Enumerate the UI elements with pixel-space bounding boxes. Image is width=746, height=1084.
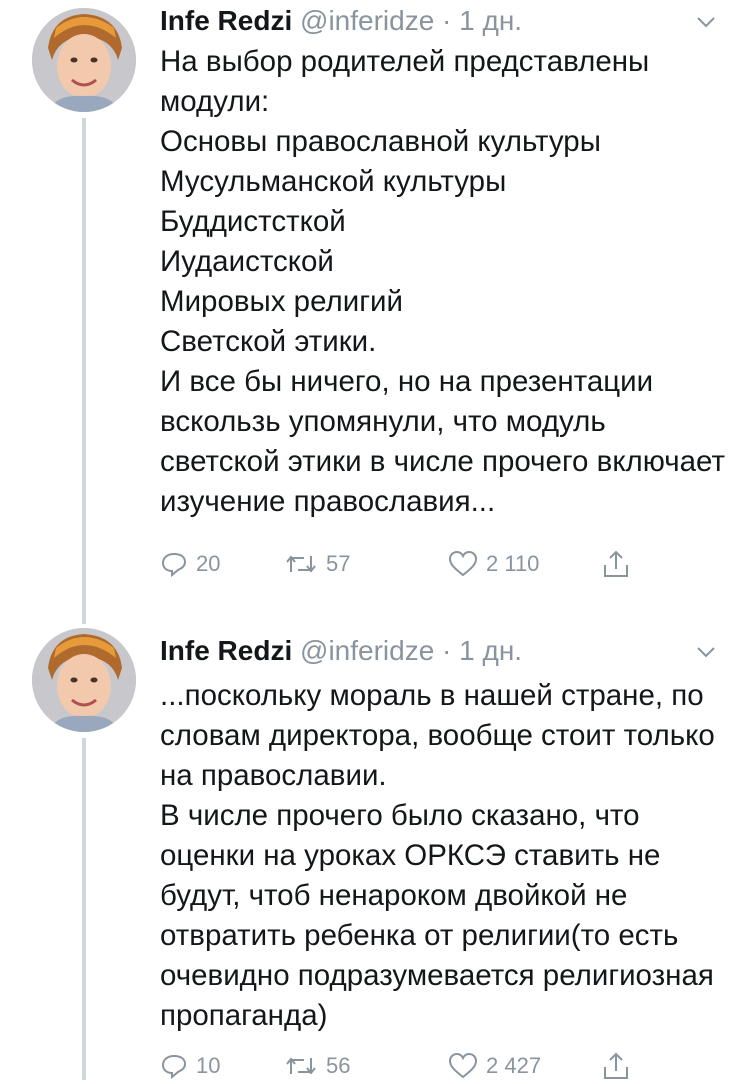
reply-count: 10: [196, 1053, 221, 1078]
retweet-button[interactable]: 56: [284, 1048, 350, 1084]
like-button[interactable]: 2 427: [448, 1048, 541, 1084]
retweet-count: 57: [326, 551, 351, 576]
author-handle-time[interactable]: @inferidze · 1 дн.: [300, 5, 522, 36]
reply-icon: [160, 550, 188, 578]
retweet-count: 56: [326, 1053, 351, 1078]
tweet-header: Infe Redzi @inferidze · 1 дн.: [160, 631, 522, 671]
reply-button[interactable]: 20: [160, 546, 220, 582]
tweet-text: ...поскольку мораль в нашей стране, по с…: [160, 679, 715, 1032]
tweet: Infe Redzi @inferidze · 1 дн. ...посколь…: [0, 618, 746, 1080]
thread-line: [82, 618, 86, 624]
like-button[interactable]: 2 110: [448, 546, 539, 582]
like-count: 2 427: [486, 1053, 542, 1078]
like-icon: [448, 1052, 478, 1080]
thread-line: [82, 118, 86, 618]
like-icon: [448, 550, 478, 578]
reply-count: 20: [196, 551, 221, 576]
retweet-icon: [284, 1052, 318, 1080]
tweet-text: На выбор родителей представлены модули: …: [160, 45, 725, 518]
retweet-button[interactable]: 57: [284, 546, 350, 582]
retweet-icon: [284, 550, 318, 578]
like-count: 2 110: [486, 551, 540, 576]
share-icon: [602, 1051, 630, 1081]
author-name[interactable]: Infe Redzi: [160, 5, 292, 36]
share-button[interactable]: [602, 546, 630, 582]
share-icon: [602, 549, 630, 579]
chevron-down-icon[interactable]: [694, 640, 718, 664]
tweet-actions: 20 57 2 110: [160, 546, 680, 582]
chevron-down-icon[interactable]: [694, 10, 718, 34]
avatar[interactable]: [32, 628, 136, 732]
tweet: Infe Redzi @inferidze · 1 дн. На выбор р…: [0, 0, 746, 618]
reply-icon: [160, 1052, 188, 1080]
share-button[interactable]: [602, 1048, 630, 1084]
reply-button[interactable]: 10: [160, 1048, 220, 1084]
avatar[interactable]: [32, 8, 136, 112]
thread-line: [82, 738, 86, 1080]
author-handle-time[interactable]: @inferidze · 1 дн.: [300, 635, 522, 666]
avatar-image: [32, 628, 136, 732]
author-name[interactable]: Infe Redzi: [160, 635, 292, 666]
tweet-actions: 10 56 2 427: [160, 1048, 680, 1084]
avatar-image: [32, 8, 136, 112]
tweet-header: Infe Redzi @inferidze · 1 дн.: [160, 1, 522, 41]
